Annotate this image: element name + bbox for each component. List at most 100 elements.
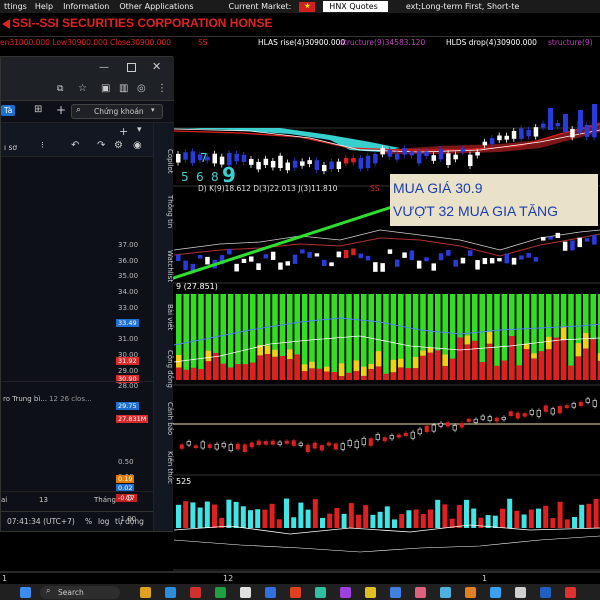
add-tab-icon[interactable]: + (56, 103, 66, 117)
histogram-bar (375, 366, 382, 380)
volume-bar (420, 513, 426, 528)
taskbar-app-icon[interactable] (315, 587, 326, 598)
menu-item-information[interactable]: Information (63, 2, 109, 11)
side-tab-knowledge[interactable]: Kiến thức (154, 445, 174, 489)
candle (314, 253, 320, 257)
grid-icon[interactable]: ⊞ (34, 104, 42, 115)
browser-window[interactable]: — ✕ ⧉ ☆ ▣ ▥ ◎ ⋮ Tà ⊞ + ⌕ Chứng khoán ▾ +… (0, 56, 174, 532)
histogram-bar (272, 349, 278, 357)
candle (563, 114, 568, 132)
volume-bar (478, 517, 484, 528)
maximize-icon[interactable] (127, 63, 136, 72)
taskbar-app-icon[interactable] (240, 587, 251, 598)
menu-item-settings[interactable]: ttings (4, 2, 27, 11)
wave-number: 9 (222, 163, 236, 187)
candle (300, 249, 305, 254)
histogram-bar (449, 358, 456, 380)
sidebar-icon[interactable]: ▥ (119, 83, 128, 94)
volume-bar (233, 501, 239, 528)
extension-icon[interactable]: ▣ (101, 83, 110, 94)
candle (256, 161, 261, 170)
candle (207, 444, 212, 448)
period-label[interactable]: ı sơ (4, 143, 17, 152)
histogram-bar (227, 294, 234, 380)
side-tab-watchlist[interactable]: Watchlist (154, 240, 174, 292)
taskbar-app-icon[interactable] (540, 587, 551, 598)
volume-bar (500, 508, 505, 528)
volume-bar (392, 519, 397, 528)
candle (402, 252, 407, 258)
side-tab-community[interactable]: Cộng đồng (154, 343, 174, 395)
side-tab-alerts[interactable]: Cảnh báo (154, 397, 174, 441)
candle (519, 128, 524, 139)
volume-bar (226, 499, 232, 528)
taskbar-app-icon[interactable] (340, 587, 351, 598)
taskbar-app-icon[interactable] (165, 587, 176, 598)
taskbar-app-icon[interactable] (390, 587, 401, 598)
volume-bar (305, 509, 311, 528)
taskbar-app-icon[interactable] (440, 587, 451, 598)
wave-number: 8 (211, 170, 219, 184)
taskbar-app-icon[interactable] (190, 587, 201, 598)
chevron-down-icon[interactable]: ▾ (137, 125, 142, 135)
volume-bar (492, 515, 498, 528)
undo-icon[interactable]: ↶ (71, 140, 79, 151)
tab-strip: Tà ⊞ + ⌕ Chứng khoán ▾ (1, 101, 174, 123)
add-icon[interactable]: + (119, 125, 128, 138)
histogram-bar (583, 332, 589, 349)
translate-icon[interactable]: ⧉ (57, 84, 63, 94)
taskbar-app-icon[interactable] (215, 587, 226, 598)
menu-item-help[interactable]: Help (35, 2, 53, 11)
percent-toggle[interactable]: % (85, 517, 92, 526)
side-tab-copilot[interactable]: Copilot (154, 139, 174, 183)
star-icon[interactable]: ☆ (78, 83, 87, 94)
side-tab-posts[interactable]: Bài viết (154, 295, 174, 339)
taskbar-app-icon[interactable] (415, 587, 426, 598)
taskbar-app-icon[interactable] (515, 587, 526, 598)
price-label: 29.00 (118, 366, 139, 375)
windows-start-icon[interactable] (20, 587, 31, 598)
histogram-bar (183, 369, 189, 380)
candle (550, 408, 555, 415)
close-icon[interactable]: ✕ (152, 60, 161, 73)
price-badge: 33.49 (116, 319, 139, 327)
candle (395, 259, 400, 267)
redo-icon[interactable]: ↷ (97, 140, 105, 151)
taskbar-app-icon[interactable] (565, 587, 576, 598)
taskbar-app-icon[interactable] (490, 587, 501, 598)
histogram-bar (205, 361, 212, 380)
candle (336, 161, 342, 170)
taskbar-app-icon[interactable] (365, 587, 376, 598)
taskbar-app-icon[interactable] (290, 587, 301, 598)
log-toggle[interactable]: log (98, 517, 109, 526)
volume-bar (240, 506, 246, 528)
candle (395, 153, 400, 160)
settings-icon[interactable]: ⚙ (125, 494, 133, 504)
candle (468, 154, 473, 167)
settings-icon[interactable]: ⚙ (114, 140, 123, 151)
indicator-name[interactable]: ro Trung bì... (3, 395, 47, 403)
camera-icon[interactable]: ◉ (133, 140, 142, 151)
more-icon[interactable]: ⋮ (157, 83, 167, 94)
candle (347, 440, 352, 447)
taskbar-search-box[interactable]: ⌕ Search (40, 586, 120, 599)
market-select[interactable]: HNX Quotes (323, 1, 388, 12)
candle (453, 259, 458, 267)
hlds-structure: structure(9) (548, 38, 593, 47)
menu-item-other-applications[interactable]: Other Applications (119, 2, 193, 11)
taskbar-app-icon[interactable] (265, 587, 276, 598)
candle (497, 135, 502, 141)
tab-tag[interactable]: Tà (1, 105, 16, 116)
histogram-bar (568, 365, 574, 380)
histogram-bar (227, 367, 234, 380)
candle (497, 258, 502, 262)
taskbar-app-icon[interactable] (465, 587, 476, 598)
indicator-icon[interactable]: ⁝ (41, 141, 44, 151)
volume-bar (442, 504, 448, 528)
auto-toggle[interactable]: tự động (115, 517, 144, 526)
side-tab-info[interactable]: Thông tin (154, 187, 174, 237)
taskbar-app-icon[interactable] (140, 587, 151, 598)
candle (409, 151, 415, 156)
minimize-icon[interactable]: — (99, 62, 109, 73)
profile-icon[interactable]: ◎ (137, 83, 146, 94)
